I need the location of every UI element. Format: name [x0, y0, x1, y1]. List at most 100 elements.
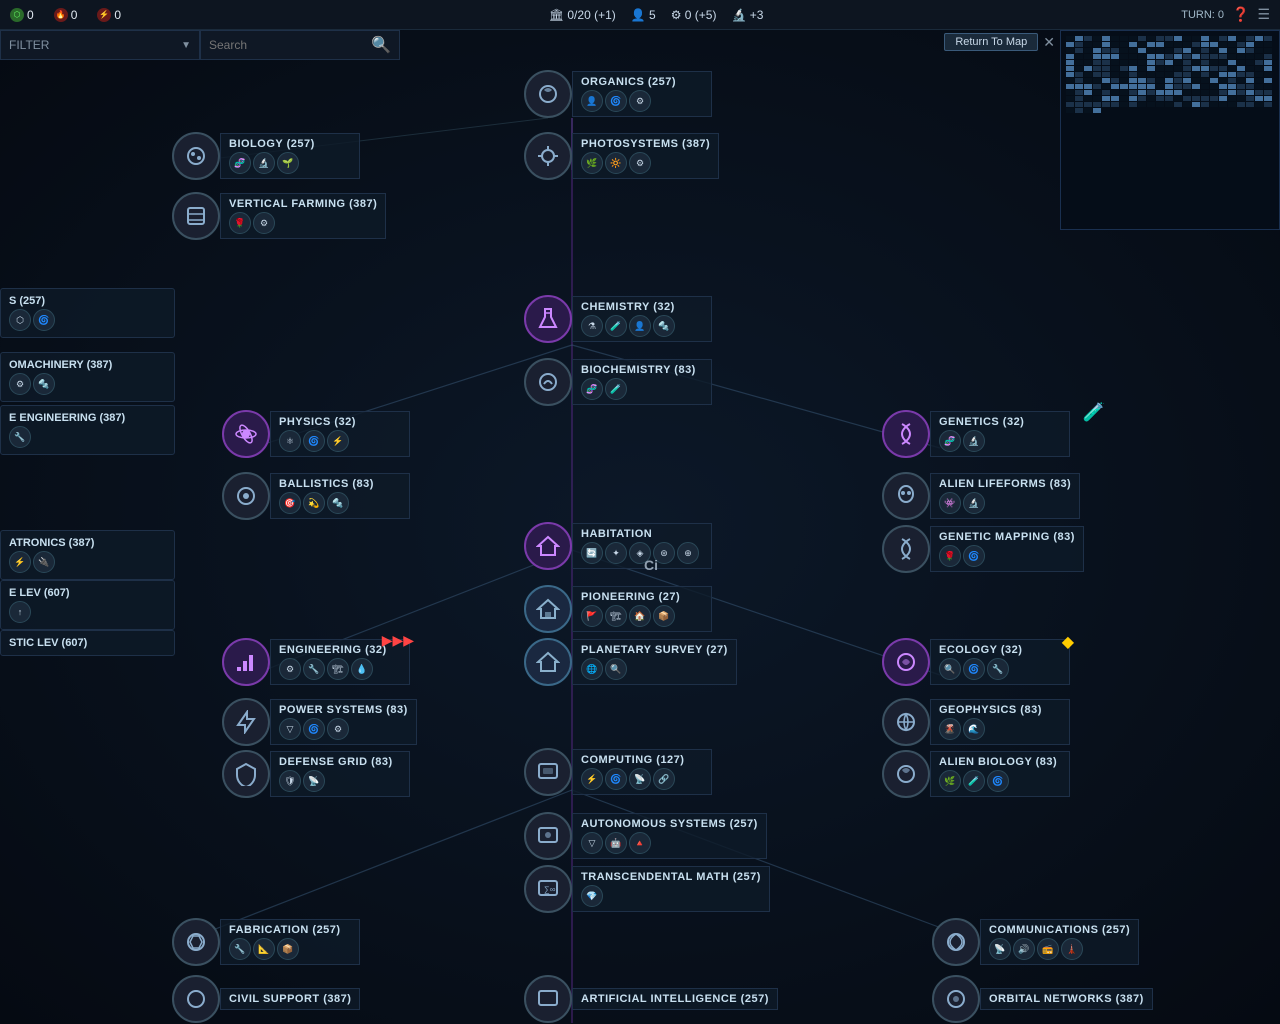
photosystems-icon: [524, 132, 572, 180]
sub-icon: 🌀: [303, 718, 325, 740]
node-organics[interactable]: ORGANICS (257) 👤 🌀 ⚙: [524, 70, 712, 118]
minimap-cell: [1084, 78, 1092, 83]
sub-icon: 🔌: [33, 551, 55, 573]
node-civil-support[interactable]: CIVIL SUPPORT (387): [172, 975, 360, 1023]
minimap-cell: [1183, 78, 1191, 83]
node-photosystems[interactable]: PHOTOSYSTEMS (387) 🌿 🔆 ⚙: [524, 132, 719, 180]
sub-icon: 🔍: [605, 658, 627, 680]
node-ballistics[interactable]: BALLISTICS (83) 🎯 💫 🔩: [222, 472, 410, 520]
node-transcendental-math[interactable]: ∑∞ TRANSCENDENTAL MATH (257) 💎: [524, 865, 770, 913]
minimap-cell: [1183, 102, 1191, 107]
search-input[interactable]: [209, 38, 366, 52]
resource-3: ⚡ 0: [87, 8, 131, 22]
resource-2: 🔥 0: [44, 8, 88, 22]
minimap-cell: [1210, 84, 1218, 89]
habitation-label: HABITATION 🔄 ✦ ◈ ⊛ ⊕: [572, 523, 712, 569]
node-physics[interactable]: PHYSICS (32) ⚛ 🌀 ⚡: [222, 410, 410, 458]
node-alien-biology[interactable]: ALIEN BIOLOGY (83) 🌿 🧪 🌀: [882, 750, 1070, 798]
node-habitation[interactable]: HABITATION 🔄 ✦ ◈ ⊛ ⊕: [524, 522, 712, 570]
resource2-value: 0: [71, 8, 78, 22]
node-computing[interactable]: COMPUTING (127) ⚡ 🌀 📡 🔗: [524, 748, 712, 796]
minimap-cell: [1120, 96, 1128, 101]
power-systems-icon: [222, 698, 270, 746]
sub-icon: 📡: [303, 770, 325, 792]
partial-omachinery[interactable]: OMACHINERY (387) ⚙ 🔩: [0, 352, 175, 402]
minimap-cell: [1084, 108, 1092, 113]
minimap-cell: [1120, 42, 1128, 47]
filter-bar[interactable]: FILTER ▼: [0, 30, 200, 60]
minimap-cell: [1219, 54, 1227, 59]
minimap-cell: [1093, 108, 1101, 113]
sub-icon: 📐: [253, 938, 275, 960]
search-bar[interactable]: 🔍: [200, 30, 400, 60]
minimap-cell: [1093, 48, 1101, 53]
partial-e-lev[interactable]: E LEV (607) ↑: [0, 580, 175, 630]
node-biology[interactable]: BIOLOGY (257) 🧬 🔬 🌱: [172, 132, 360, 180]
sub-icon: 🌀: [605, 90, 627, 112]
minimap-cell: [1246, 90, 1254, 95]
return-to-map-button[interactable]: Return To Map: [944, 33, 1038, 51]
minimap-cell: [1111, 96, 1119, 101]
genetics-icon: [882, 410, 930, 458]
minimap-cell: [1138, 66, 1146, 71]
minimap-cell: [1183, 90, 1191, 95]
sub-icon: 🔄: [581, 542, 603, 564]
node-chemistry[interactable]: CHEMISTRY (32) ⚗ 🧪 👤 🔩: [524, 295, 712, 343]
minimap-cell: [1075, 54, 1083, 59]
node-vertical-farming[interactable]: VERTICAL FARMING (387) 🌹 ⚙: [172, 192, 386, 240]
node-power-systems[interactable]: POWER SYSTEMS (83) ▽ 🌀 ⚙: [222, 698, 417, 746]
node-genetic-mapping[interactable]: GENETIC MAPPING (83) 🌹 🌀: [882, 525, 1084, 573]
node-planetary-survey[interactable]: PLANETARY SURVEY (27) 🌐 🔍: [524, 638, 737, 686]
ecology-icon: [882, 638, 930, 686]
minimap-cell: [1111, 42, 1119, 47]
minimap-cell: [1219, 78, 1227, 83]
minimap-cell: [1147, 78, 1155, 83]
minimap-cell: [1066, 72, 1074, 77]
node-orbital-networks[interactable]: ORBITAL NETWORKS (387): [932, 975, 1153, 1023]
sub-icon: 🧪: [963, 770, 985, 792]
minimap-cell: [1183, 54, 1191, 59]
minimap-cell: [1138, 42, 1146, 47]
node-defense-grid[interactable]: DEFENSE GRID (83) 🛡 📡: [222, 750, 410, 798]
sub-icon: 📦: [653, 605, 675, 627]
minimap-cell: [1156, 66, 1164, 71]
node-biochemistry[interactable]: BIOCHEMISTRY (83) 🧬 🧪: [524, 358, 712, 406]
minimap-cell: [1192, 60, 1200, 65]
minimap-cell: [1165, 84, 1173, 89]
minimap-cell: [1156, 90, 1164, 95]
minimap-cell: [1228, 84, 1236, 89]
minimap-cell: [1264, 54, 1272, 59]
menu-icon[interactable]: ☰: [1257, 6, 1270, 23]
partial-atronics[interactable]: ATRONICS (387) ⚡ 🔌: [0, 530, 175, 580]
node-artificial-intelligence[interactable]: ARTIFICIAL INTELLIGENCE (257): [524, 975, 778, 1023]
node-genetics[interactable]: GENETICS (32) 🧬 🔬 🧪: [882, 410, 1070, 458]
minimap-cell: [1219, 60, 1227, 65]
node-alien-lifeforms[interactable]: ALIEN LIFEFORMS (83) 👾 🔬: [882, 472, 1080, 520]
node-ecology[interactable]: ECOLOGY (32) 🔍 🌀 🔧 ◆: [882, 638, 1070, 686]
node-engineering[interactable]: ENGINEERING (32) ⚙ 🔧 🏗 💧 ▶▶▶: [222, 638, 410, 686]
partial-stic-lev[interactable]: STIC LEV (607): [0, 630, 175, 656]
organics-icon: [524, 70, 572, 118]
node-pioneering[interactable]: PIONEERING (27) 🚩 🏗 🏠 📦: [524, 585, 712, 633]
node-geophysics[interactable]: GEOPHYSICS (83) 🌋 🌊: [882, 698, 1070, 746]
minimap-cell: [1228, 72, 1236, 77]
resource-1: ⬡ 0: [0, 8, 44, 22]
close-icon[interactable]: ✕: [1043, 34, 1055, 51]
minimap-cell: [1129, 78, 1137, 83]
minimap-cell: [1084, 42, 1092, 47]
sub-icon: 🏗: [605, 605, 627, 627]
geophysics-label: GEOPHYSICS (83) 🌋 🌊: [930, 699, 1070, 745]
partial-e-engineering[interactable]: E ENGINEERING (387) 🔧: [0, 405, 175, 455]
help-icon[interactable]: ❓: [1232, 6, 1249, 23]
sub-icon: ↑: [9, 601, 31, 623]
minimap-cell: [1075, 84, 1083, 89]
node-communications[interactable]: COMMUNICATIONS (257) 📡 🔊 📻 🗼: [932, 918, 1139, 966]
partial-s257[interactable]: S (257) ⬡ 🌀: [0, 288, 175, 338]
minimap-cell: [1264, 42, 1272, 47]
orbital-networks-icon: [932, 975, 980, 1023]
node-fabrication[interactable]: FABRICATION (257) 🔧 📐 📦: [172, 918, 360, 966]
sub-icon: 🧬: [939, 430, 961, 452]
node-autonomous-systems[interactable]: AUTONOMOUS SYSTEMS (257) ▽ 🤖 🔺: [524, 812, 767, 860]
minimap-cell: [1111, 78, 1119, 83]
minimap-cell: [1147, 42, 1155, 47]
